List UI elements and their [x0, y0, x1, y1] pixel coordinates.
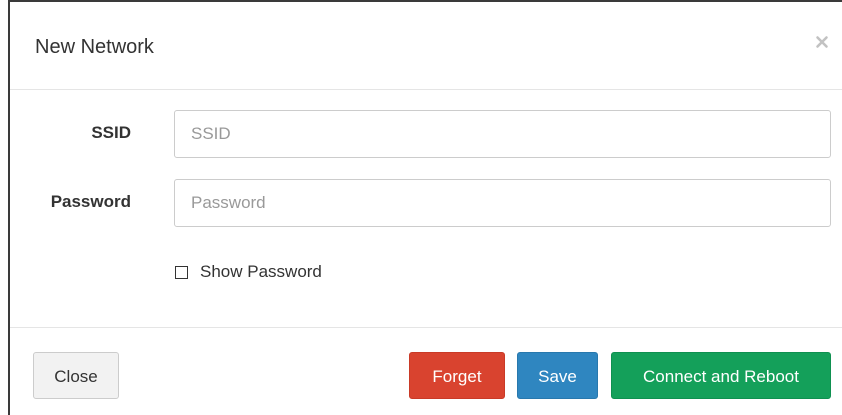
- forget-button[interactable]: Forget: [409, 352, 505, 399]
- screen: New Network SSID Password Show Password …: [0, 0, 842, 415]
- new-network-modal: New Network SSID Password Show Password …: [10, 2, 842, 415]
- password-input[interactable]: [174, 179, 831, 227]
- modal-body: SSID Password Show Password: [10, 90, 842, 327]
- modal-title: New Network: [35, 36, 154, 58]
- ssid-label: SSID: [91, 123, 131, 142]
- close-x-icon[interactable]: [812, 32, 832, 52]
- show-password-label[interactable]: Show Password: [200, 262, 322, 282]
- connect-and-reboot-button[interactable]: Connect and Reboot: [611, 352, 831, 399]
- show-password-row[interactable]: Show Password: [174, 262, 322, 282]
- modal-footer: Close Forget Save Connect and Reboot: [10, 327, 842, 415]
- modal-header: New Network: [10, 2, 842, 90]
- password-label: Password: [50, 192, 131, 211]
- show-password-checkbox[interactable]: [175, 265, 188, 279]
- close-x-glyph: [816, 36, 828, 48]
- save-button[interactable]: Save: [517, 352, 598, 399]
- ssid-input[interactable]: [174, 110, 831, 158]
- close-button[interactable]: Close: [33, 352, 119, 399]
